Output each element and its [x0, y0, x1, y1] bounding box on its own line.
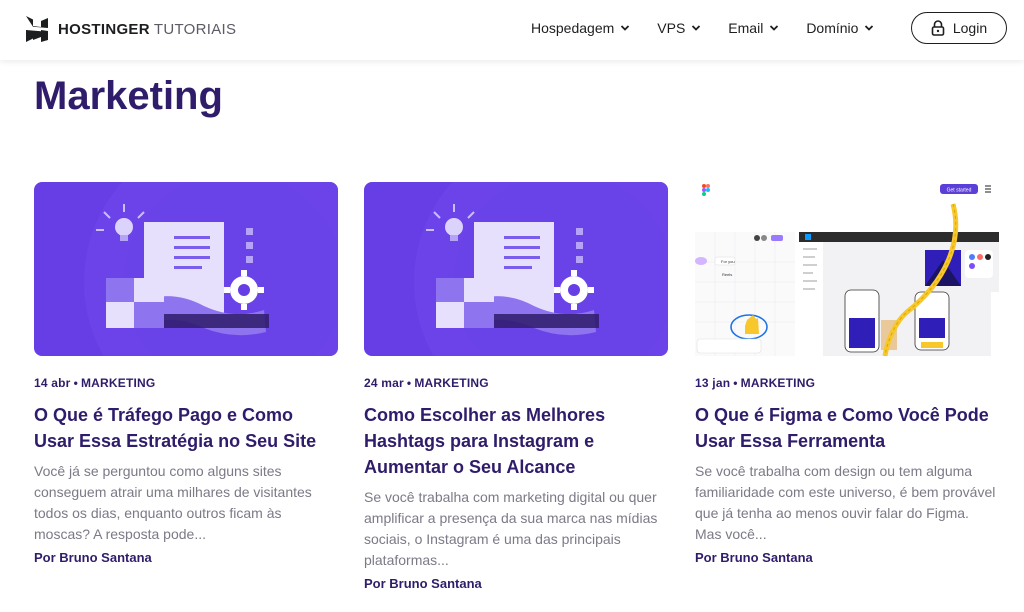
site-header: HOSTINGER TUTORIAIS Hospedagem VPS Email…	[0, 0, 1024, 60]
article-meta: 14 abr • MARKETING	[34, 376, 156, 390]
chevron-down-icon	[621, 25, 630, 31]
article-card[interactable]: 24 mar • MARKETING Como Escolher as Melhor…	[364, 182, 668, 591]
article-title[interactable]: O Que é Figma e Como Você Pode Usar Essa…	[695, 402, 999, 454]
article-category[interactable]: MARKETING	[414, 376, 488, 390]
nav-dominio-label: Domínio	[806, 20, 859, 36]
article-meta: 24 mar • MARKETING	[364, 376, 489, 390]
article-date: 24 mar	[364, 376, 404, 390]
nav-hospedagem[interactable]: Hospedagem	[531, 18, 630, 38]
chevron-down-icon	[692, 25, 701, 31]
article-excerpt: Você já se perguntou como alguns sites c…	[34, 463, 312, 542]
logo-subtext: TUTORIAIS	[153, 20, 237, 38]
nav-vps-label: VPS	[657, 20, 686, 36]
main-nav: Hospedagem VPS Email Domínio	[531, 18, 874, 38]
lock-icon	[931, 20, 945, 36]
for-you-text: For you	[721, 259, 735, 264]
marketing-illustration-image	[34, 182, 338, 356]
article-date: 13 jan	[695, 376, 731, 390]
logo-text: HOSTINGER	[58, 20, 150, 38]
article-category[interactable]: MARKETING	[81, 376, 155, 390]
article-thumbnail[interactable]	[364, 182, 668, 356]
nav-dominio[interactable]: Domínio	[806, 18, 874, 38]
article-author[interactable]: Por Bruno Santana	[34, 550, 338, 565]
article-title[interactable]: O Que é Tráfego Pago e Como Usar Essa Es…	[34, 402, 338, 454]
login-label: Login	[952, 20, 988, 36]
article-card[interactable]: Get started For you Reels 13 jan • MARKE…	[695, 182, 999, 565]
logo[interactable]: HOSTINGER TUTORIAIS	[26, 16, 236, 42]
article-thumbnail[interactable]: Get started For you Reels	[695, 182, 999, 356]
get-started-text: Get started	[947, 188, 972, 194]
reels-text: Reels	[722, 272, 732, 277]
nav-vps[interactable]: VPS	[657, 18, 701, 38]
article-author[interactable]: Por Bruno Santana	[364, 576, 668, 591]
article-meta: 13 jan • MARKETING	[695, 376, 816, 390]
article-excerpt: Se você trabalha com marketing digital o…	[364, 489, 658, 568]
article-card[interactable]: 14 abr • MARKETING O Que é Tráfego Pago e …	[34, 182, 338, 565]
article-author[interactable]: Por Bruno Santana	[695, 550, 999, 565]
page-title: Marketing	[34, 74, 223, 118]
marketing-illustration-image	[364, 182, 668, 356]
article-date: 14 abr	[34, 376, 71, 390]
article-thumbnail[interactable]	[34, 182, 338, 356]
nav-hospedagem-label: Hospedagem	[531, 20, 615, 36]
chevron-down-icon	[770, 25, 779, 31]
article-excerpt: Se você trabalha com design ou tem algum…	[695, 463, 996, 542]
nav-email-label: Email	[728, 20, 764, 36]
figma-screenshot-image: Get started For you Reels	[695, 182, 999, 356]
article-category[interactable]: MARKETING	[741, 376, 815, 390]
chevron-down-icon	[865, 25, 874, 31]
hostinger-logo-icon	[26, 16, 48, 42]
nav-email[interactable]: Email	[728, 18, 779, 38]
article-title[interactable]: Como Escolher as Melhores Hashtags para …	[364, 402, 668, 480]
login-button[interactable]: Login	[911, 12, 1007, 44]
